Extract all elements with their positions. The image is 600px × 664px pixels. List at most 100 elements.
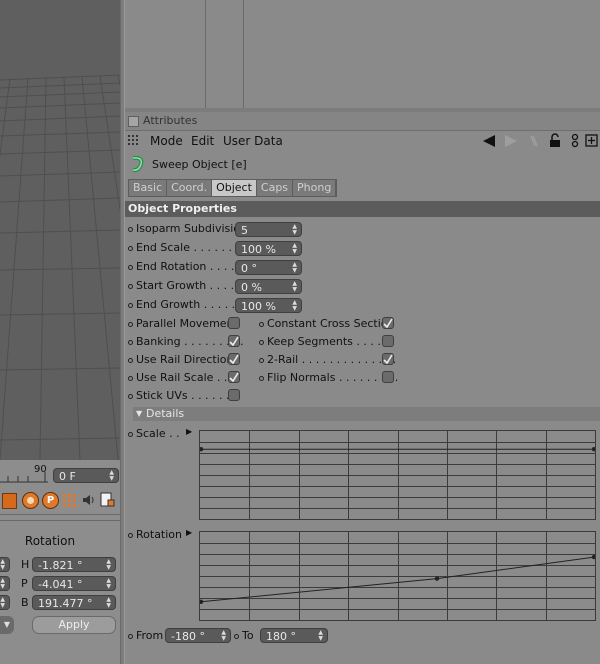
rotation-h-field[interactable]: -1.821 ° ▲ ▼ (32, 557, 116, 572)
field-label: End Growth . . . . . . (136, 298, 243, 311)
animate-dot-icon[interactable] (128, 532, 133, 538)
animate-dot-icon[interactable] (128, 375, 133, 381)
animate-dot-icon[interactable] (259, 375, 264, 381)
lock-icon[interactable] (549, 133, 561, 148)
constant-cross-section-checkbox[interactable] (382, 317, 394, 329)
animate-dot-icon[interactable] (128, 393, 133, 399)
spline-menu-arrow-icon[interactable]: ▶ (186, 427, 192, 436)
animate-dot-icon[interactable] (234, 633, 239, 639)
animate-dot-icon[interactable] (128, 302, 133, 308)
apply-button[interactable]: Apply (32, 616, 116, 634)
from-label-row: From (128, 629, 163, 642)
3d-viewport[interactable] (0, 0, 120, 460)
spline-menu-arrow-icon[interactable]: ▶ (186, 528, 192, 537)
scale-spline-canvas[interactable] (198, 431, 597, 519)
parallel-movement-checkbox[interactable] (228, 317, 240, 329)
viewport-grid (0, 74, 120, 460)
flip-normals-checkbox[interactable] (382, 371, 394, 383)
collapse-triangle-icon[interactable]: ▼ (136, 407, 142, 421)
animate-dot-icon[interactable] (128, 339, 133, 345)
tab-coord[interactable]: Coord. (167, 180, 213, 196)
details-label: Details (146, 407, 185, 420)
menu-mode[interactable]: Mode (150, 134, 183, 148)
tab-basic[interactable]: Basic (129, 180, 168, 196)
to-value: 180 ° (266, 630, 296, 643)
column-divider (243, 0, 244, 108)
record-keys-icon[interactable] (2, 493, 17, 509)
new-panel-icon[interactable] (570, 133, 580, 148)
checkmark-icon (383, 354, 393, 364)
end-growth-input[interactable]: 100 % ▲ ▼ (235, 298, 302, 313)
details-group-header[interactable]: ▼ Details (133, 407, 600, 421)
menu-user-data[interactable]: User Data (223, 134, 283, 148)
position-z-field[interactable]: ▲ ▼ (0, 595, 10, 610)
divider (0, 520, 120, 521)
menu-edit[interactable]: Edit (191, 134, 214, 148)
coord-mode-dropdown[interactable]: ▼ (0, 616, 14, 634)
start-growth-input[interactable]: 0 % ▲ ▼ (235, 279, 302, 294)
section-header: Object Properties (125, 201, 600, 217)
rotation-b-value: 191.477 ° (38, 597, 93, 610)
current-frame-field[interactable]: 0 F ▲ ▼ (53, 468, 119, 483)
option-parallel-movement: Parallel Movement (128, 317, 238, 330)
tab-caps[interactable]: Caps (256, 180, 294, 196)
from-angle-input[interactable]: -180 ° ▲ ▼ (165, 628, 231, 643)
use-rail-scale-checkbox[interactable] (228, 371, 240, 383)
key-parameter-icon[interactable]: P (42, 492, 59, 509)
option-label: Stick UVs . . . . . . . (136, 389, 237, 402)
autokey-icon[interactable] (22, 492, 39, 509)
tab-object[interactable]: Object (212, 180, 257, 196)
animate-dot-icon[interactable] (259, 339, 264, 345)
animate-dot-icon[interactable] (128, 226, 133, 232)
to-angle-input[interactable]: 180 ° ▲ ▼ (260, 628, 328, 643)
isoparm-subdivision-input[interactable]: 5 ▲ ▼ (235, 222, 302, 237)
key-grid-icon[interactable] (62, 493, 76, 507)
checkmark-icon (383, 318, 393, 328)
use-rail-direction-checkbox[interactable] (228, 353, 240, 365)
from-value: -180 ° (171, 630, 205, 643)
panel-menu-icon[interactable] (128, 116, 139, 127)
option-use-rail-scale: Use Rail Scale . . . (128, 371, 234, 384)
rotation-header: Rotation (24, 534, 76, 548)
checkmark-icon (229, 354, 239, 364)
animate-dot-icon[interactable] (128, 245, 133, 251)
end-scale-input[interactable]: 100 % ▲ ▼ (235, 241, 302, 256)
sweep-object-icon (132, 155, 144, 173)
animate-dot-icon[interactable] (128, 357, 133, 363)
expand-icon[interactable] (585, 133, 598, 148)
rotation-b-field[interactable]: 191.477 ° ▲ ▼ (32, 595, 116, 610)
stick-uvs-checkbox[interactable] (228, 389, 240, 401)
stepper-icon[interactable]: ▲ ▼ (109, 470, 114, 482)
animate-dot-icon[interactable] (128, 633, 133, 639)
field-isoparm: Isoparm Subdivision (128, 222, 247, 235)
rotation-spline-canvas[interactable] (198, 532, 597, 620)
position-x-field[interactable]: ▲ ▼ (0, 557, 10, 572)
current-frame-value: 0 F (59, 470, 76, 483)
keep-segments-checkbox[interactable] (382, 335, 394, 347)
sound-icon[interactable] (81, 493, 95, 507)
animate-dot-icon[interactable] (259, 357, 264, 363)
rotation-spline-graph[interactable] (198, 531, 597, 621)
position-y-field[interactable]: ▲ ▼ (0, 576, 10, 591)
grip-icon[interactable] (128, 135, 140, 147)
animate-dot-icon[interactable] (128, 264, 133, 270)
field-label: Isoparm Subdivision (136, 222, 247, 235)
rotation-h-value: -1.821 ° (38, 559, 83, 572)
scale-label: Scale . . (136, 427, 180, 440)
animate-dot-icon[interactable] (259, 321, 264, 327)
timeline-tick-label: 90 (34, 464, 47, 475)
animate-dot-icon[interactable] (128, 283, 133, 289)
option-keep-segments: Keep Segments . . . . . . (259, 335, 395, 348)
timeline-ruler[interactable]: 90 (0, 464, 48, 484)
option-label: Use Rail Direction (136, 353, 234, 366)
scale-spline-graph[interactable] (198, 430, 597, 520)
two-rail-checkbox[interactable] (382, 353, 394, 365)
banking-checkbox[interactable] (228, 335, 240, 347)
tab-phong[interactable]: Phong (293, 180, 337, 196)
animate-dot-icon[interactable] (128, 321, 133, 327)
rotation-p-field[interactable]: -4.041 ° ▲ ▼ (32, 576, 116, 591)
animate-dot-icon[interactable] (128, 431, 133, 437)
spline-knot (198, 599, 204, 604)
end-rotation-input[interactable]: 0 ° ▲ ▼ (235, 260, 302, 275)
document-settings-icon[interactable] (99, 492, 115, 508)
